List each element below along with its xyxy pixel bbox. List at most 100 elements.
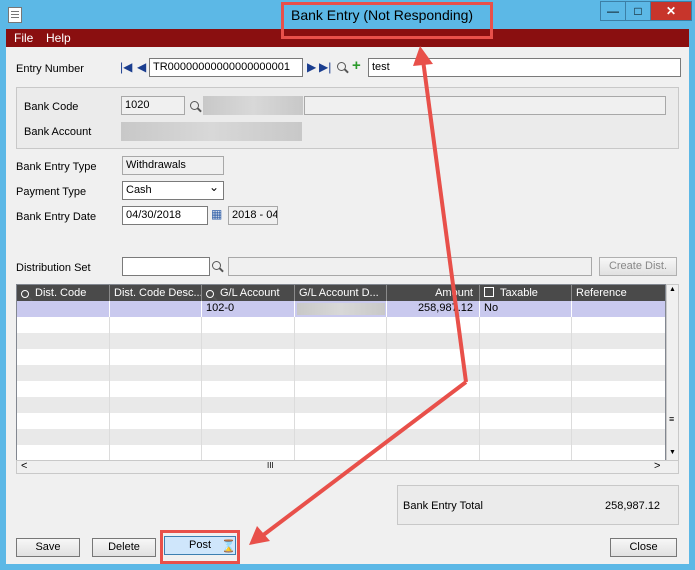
cell-taxable[interactable]: No — [480, 301, 572, 317]
table-row[interactable] — [17, 317, 665, 333]
column-amount[interactable]: Amount — [387, 285, 480, 301]
bank-code-lookup-icon[interactable] — [190, 101, 199, 110]
first-record-icon[interactable]: |◀ — [120, 60, 132, 74]
bank-entry-date-input[interactable]: 04/30/2018 — [122, 206, 208, 225]
grid-cell[interactable] — [17, 381, 110, 397]
grid-cell[interactable] — [295, 429, 387, 445]
grid-cell[interactable] — [202, 429, 295, 445]
next-record-icon[interactable]: ▶ — [307, 60, 316, 74]
grid-cell[interactable] — [480, 413, 572, 429]
column-reference[interactable]: Reference — [572, 285, 665, 301]
scroll-left-icon[interactable]: < — [21, 460, 27, 472]
table-row[interactable] — [17, 333, 665, 349]
grid-cell[interactable] — [387, 317, 480, 333]
grid-cell[interactable] — [110, 445, 202, 461]
grid-cell[interactable] — [295, 333, 387, 349]
grid-cell[interactable] — [110, 397, 202, 413]
grid-cell[interactable] — [295, 381, 387, 397]
menu-file[interactable]: File — [14, 31, 33, 45]
bank-code-input[interactable]: 1020 — [121, 96, 185, 115]
grid-cell[interactable] — [480, 397, 572, 413]
grid-cell[interactable] — [480, 317, 572, 333]
grid-cell[interactable] — [480, 445, 572, 461]
cell-gl-account[interactable]: 102-0 — [202, 301, 295, 317]
add-icon[interactable]: + — [352, 57, 361, 74]
grid-cell[interactable] — [17, 317, 110, 333]
grid-cell[interactable] — [202, 445, 295, 461]
column-gl-account[interactable]: G/L Account — [202, 285, 295, 301]
distribution-set-input[interactable] — [122, 257, 210, 276]
grid-cell[interactable] — [387, 429, 480, 445]
scroll-right-icon[interactable]: > — [654, 460, 660, 472]
table-row[interactable] — [17, 365, 665, 381]
scroll-grip-icon[interactable]: ≡ — [669, 414, 674, 424]
grid-cell[interactable] — [110, 317, 202, 333]
grid-cell[interactable] — [572, 349, 665, 365]
grid-cell[interactable] — [480, 365, 572, 381]
calendar-icon[interactable]: ▦ — [211, 207, 222, 221]
table-row[interactable] — [17, 381, 665, 397]
cell-amount[interactable]: 258,987.12 — [387, 301, 480, 317]
grid-cell[interactable] — [572, 365, 665, 381]
column-dist-desc[interactable]: Dist. Code Desc... — [110, 285, 202, 301]
last-record-icon[interactable]: ▶| — [319, 60, 331, 74]
maximize-button[interactable]: □ — [625, 1, 651, 21]
grid-cell[interactable] — [295, 365, 387, 381]
create-dist-button[interactable]: Create Dist. — [599, 257, 677, 276]
grid-cell[interactable] — [202, 349, 295, 365]
distribution-lookup-icon[interactable] — [212, 261, 221, 270]
cell-reference[interactable] — [572, 301, 665, 317]
cell-dist-code[interactable] — [17, 301, 110, 317]
grid-cell[interactable] — [480, 349, 572, 365]
grid-cell[interactable] — [202, 365, 295, 381]
column-gl-desc[interactable]: G/L Account D... — [295, 285, 387, 301]
grid-cell[interactable] — [387, 413, 480, 429]
grid-cell[interactable] — [387, 381, 480, 397]
scroll-down-icon[interactable]: ▼ — [669, 449, 676, 456]
grid-cell[interactable] — [202, 333, 295, 349]
grid-cell[interactable] — [17, 333, 110, 349]
grid-cell[interactable] — [480, 333, 572, 349]
close-window-button[interactable]: ✕ — [650, 1, 692, 21]
minimize-button[interactable]: — — [600, 1, 626, 21]
scroll-up-icon[interactable]: ▲ — [669, 286, 676, 293]
grid-cell[interactable] — [572, 429, 665, 445]
delete-button[interactable]: Delete — [92, 538, 156, 557]
table-row[interactable] — [17, 429, 665, 445]
grid-cell[interactable] — [572, 445, 665, 461]
table-row[interactable]: 102-0 258,987.12 No — [17, 301, 665, 317]
grid-cell[interactable] — [17, 413, 110, 429]
grid-cell[interactable] — [202, 381, 295, 397]
save-button[interactable]: Save — [16, 538, 80, 557]
menu-help[interactable]: Help — [46, 31, 71, 45]
table-row[interactable] — [17, 349, 665, 365]
grid-cell[interactable] — [110, 365, 202, 381]
grid-cell[interactable] — [572, 333, 665, 349]
grid-cell[interactable] — [17, 397, 110, 413]
cell-dist-desc[interactable] — [110, 301, 202, 317]
search-icon[interactable] — [337, 62, 346, 71]
grid-cell[interactable] — [295, 445, 387, 461]
grid-cell[interactable] — [202, 413, 295, 429]
grid-cell[interactable] — [295, 413, 387, 429]
grid-cell[interactable] — [387, 445, 480, 461]
grid-cell[interactable] — [17, 365, 110, 381]
table-row[interactable] — [17, 397, 665, 413]
grid-cell[interactable] — [480, 429, 572, 445]
grid-cell[interactable] — [387, 397, 480, 413]
grid-cell[interactable] — [17, 445, 110, 461]
grid-cell[interactable] — [572, 317, 665, 333]
grid-cell[interactable] — [202, 397, 295, 413]
grid-cell[interactable] — [480, 381, 572, 397]
table-row[interactable] — [17, 445, 665, 461]
grid-vertical-scrollbar[interactable]: ▲ ≡ ▼ — [666, 284, 679, 461]
grid-cell[interactable] — [17, 349, 110, 365]
grid-cell[interactable] — [110, 333, 202, 349]
entry-number-input[interactable]: TR00000000000000000001 — [149, 58, 303, 77]
close-button[interactable]: Close — [610, 538, 677, 557]
grid-cell[interactable] — [572, 381, 665, 397]
grid-cell[interactable] — [387, 349, 480, 365]
grid-cell[interactable] — [110, 349, 202, 365]
grid-cell[interactable] — [110, 429, 202, 445]
grid-cell[interactable] — [202, 317, 295, 333]
